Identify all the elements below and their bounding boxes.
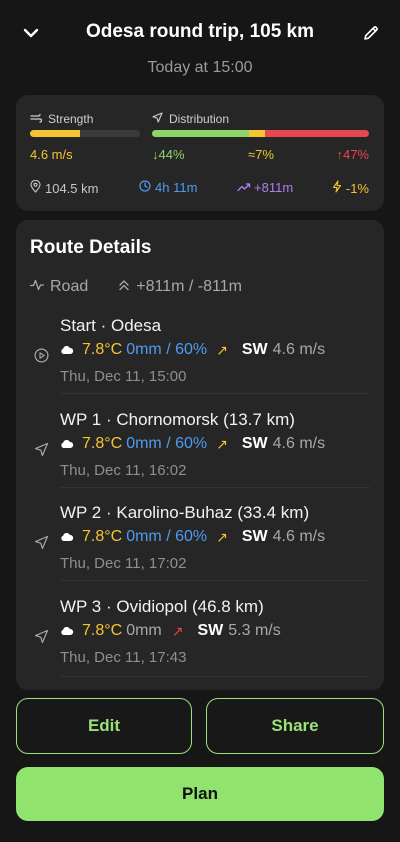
waypoint-temperature: 7.8°C <box>82 435 123 452</box>
waypoint-name: WP 2 · Karolino-Buhaz (33.4 km) <box>60 503 310 522</box>
elevation-gain-value: +811m <box>254 180 294 195</box>
page-subtitle: Today at 15:00 <box>147 59 253 76</box>
waypoint-precipitation: 0mm <box>126 622 162 639</box>
waypoint-wind-speed: 4.6 m/s <box>272 528 326 545</box>
waypoint-datetime: Thu, Dec 11, 16:02 <box>60 462 187 479</box>
plan-button[interactable]: Plan <box>16 767 384 821</box>
waypoint-datetime: Thu, Dec 11, 15:00 <box>60 368 187 385</box>
waypoint-temperature: 7.8°C <box>82 528 123 545</box>
navigation-arrow-icon <box>32 627 50 645</box>
navigation-arrow-icon <box>32 533 50 551</box>
chevrons-up-icon <box>118 278 130 296</box>
wind-arrow-icon: ↗ <box>171 622 184 639</box>
cloud-icon <box>60 439 74 449</box>
distance-stat: 104.5 km <box>30 179 99 196</box>
energy-effect-value: -1% <box>345 180 369 196</box>
wind-arrow-icon: ↗ <box>216 528 228 545</box>
distance-value: 104.5 km <box>45 180 99 196</box>
waypoint-wind-speed: 4.6 m/s <box>272 435 326 452</box>
route-details-title: Route Details <box>30 237 152 258</box>
distribution-bar <box>152 130 369 137</box>
trending-up-icon <box>237 180 251 195</box>
distribution-crosswind-segment <box>249 130 265 137</box>
crosswind-percent: ≈7% <box>248 147 274 162</box>
waypoint-row[interactable]: WP 2 · Karolino-Buhaz (33.4 km) 7.8°C 0m… <box>16 493 384 585</box>
page-title: Odesa round trip, 105 km <box>85 21 315 42</box>
waypoint-row[interactable]: WP 1 · Chornomorsk (13.7 km) 7.8°C 0mm /… <box>16 400 384 492</box>
play-circle-icon <box>32 346 50 364</box>
header: Odesa round trip, 105 km Today at 15:00 <box>0 0 400 92</box>
waypoint-wind-direction: SW <box>241 435 268 452</box>
waypoint-wind-speed: 4.6 m/s <box>272 341 326 358</box>
elevation-summary: +811m / -811m <box>136 278 242 295</box>
waypoint-divider <box>60 487 370 488</box>
wind-arrow-icon: ↗ <box>216 435 228 452</box>
waypoint-precipitation: 0mm / 60% <box>126 341 208 358</box>
wind-arrow-icon: ↗ <box>216 341 228 358</box>
navigation-arrow-icon <box>152 112 163 126</box>
tailwind-percent: ↓44% <box>152 147 185 162</box>
waypoint-wind-direction: SW <box>241 341 268 358</box>
route-meta: Road +811m / -811m <box>29 278 242 296</box>
headwind-percent: ↑47% <box>336 147 369 162</box>
waypoint-name: WP 1 · Chornomorsk (13.7 km) <box>60 410 295 429</box>
waypoint-name: WP 3 · Ovidiopol (46.8 km) <box>60 597 264 616</box>
navigation-arrow-icon <box>32 440 50 458</box>
cloud-icon <box>60 626 74 636</box>
distribution-label-row: Distribution <box>152 112 229 126</box>
strength-bar-fill <box>30 130 80 137</box>
waypoint-temperature: 7.8°C <box>82 341 123 358</box>
waypoint-divider <box>60 580 370 581</box>
waypoint-weather: 7.8°C 0mm ↗ SW 5.3 m/s <box>60 622 281 640</box>
cloud-icon <box>60 345 74 355</box>
location-pin-icon <box>30 179 41 196</box>
activity-icon <box>29 278 45 296</box>
waypoint-divider <box>60 393 370 394</box>
distribution-headwind-segment <box>264 130 369 137</box>
share-button[interactable]: Share <box>206 698 384 754</box>
distribution-tailwind-segment <box>152 130 250 137</box>
cloud-icon <box>60 532 74 542</box>
waypoint-precipitation: 0mm / 60% <box>126 528 208 545</box>
waypoint-row[interactable]: WP 3 · Ovidiopol (46.8 km) 7.8°C 0mm ↗ S… <box>16 587 384 679</box>
waypoint-wind-speed: 5.3 m/s <box>228 622 281 639</box>
lightning-icon <box>332 180 342 196</box>
clock-icon <box>139 180 151 195</box>
surface-label: Road <box>50 278 89 295</box>
waypoint-weather: 7.8°C 0mm / 60% ↗ SW 4.6 m/s <box>60 528 325 546</box>
pencil-icon[interactable] <box>358 20 384 46</box>
strength-bar <box>30 130 140 137</box>
waypoint-name: Start · Odesa <box>60 316 162 335</box>
waypoint-temperature: 7.8°C <box>82 622 123 639</box>
waypoint-precipitation: 0mm / 60% <box>126 435 208 452</box>
waypoint-weather: 7.8°C 0mm / 60% ↗ SW 4.6 m/s <box>60 341 325 359</box>
duration-stat: 4h 11m <box>139 180 197 195</box>
waypoint-divider <box>60 676 370 677</box>
strength-label: Strength <box>48 112 94 126</box>
energy-stat: -1% <box>332 180 369 196</box>
waypoint-row[interactable]: Start · Odesa 7.8°C 0mm / 60% ↗ SW 4.6 m… <box>16 306 384 398</box>
waypoint-wind-direction: SW <box>197 622 224 639</box>
edit-button[interactable]: Edit <box>16 698 192 754</box>
strength-label-row: Strength <box>30 112 93 126</box>
waypoint-weather: 7.8°C 0mm / 60% ↗ SW 4.6 m/s <box>60 435 325 453</box>
wind-icon <box>30 112 43 126</box>
strength-value: 4.6 m/s <box>30 147 73 162</box>
waypoint-wind-direction: SW <box>241 528 268 545</box>
duration-value: 4h 11m <box>155 180 198 195</box>
wind-summary-card: Strength 4.6 m/s Distribution ↓44% ≈7% ↑… <box>16 95 384 211</box>
route-details-card: Route Details Road +811m / -811m Start ·… <box>16 220 384 690</box>
waypoint-datetime: Thu, Dec 11, 17:43 <box>60 649 187 666</box>
waypoint-datetime: Thu, Dec 11, 17:02 <box>60 555 187 572</box>
elevation-stat: +811m <box>237 180 293 195</box>
distribution-label: Distribution <box>169 112 230 126</box>
